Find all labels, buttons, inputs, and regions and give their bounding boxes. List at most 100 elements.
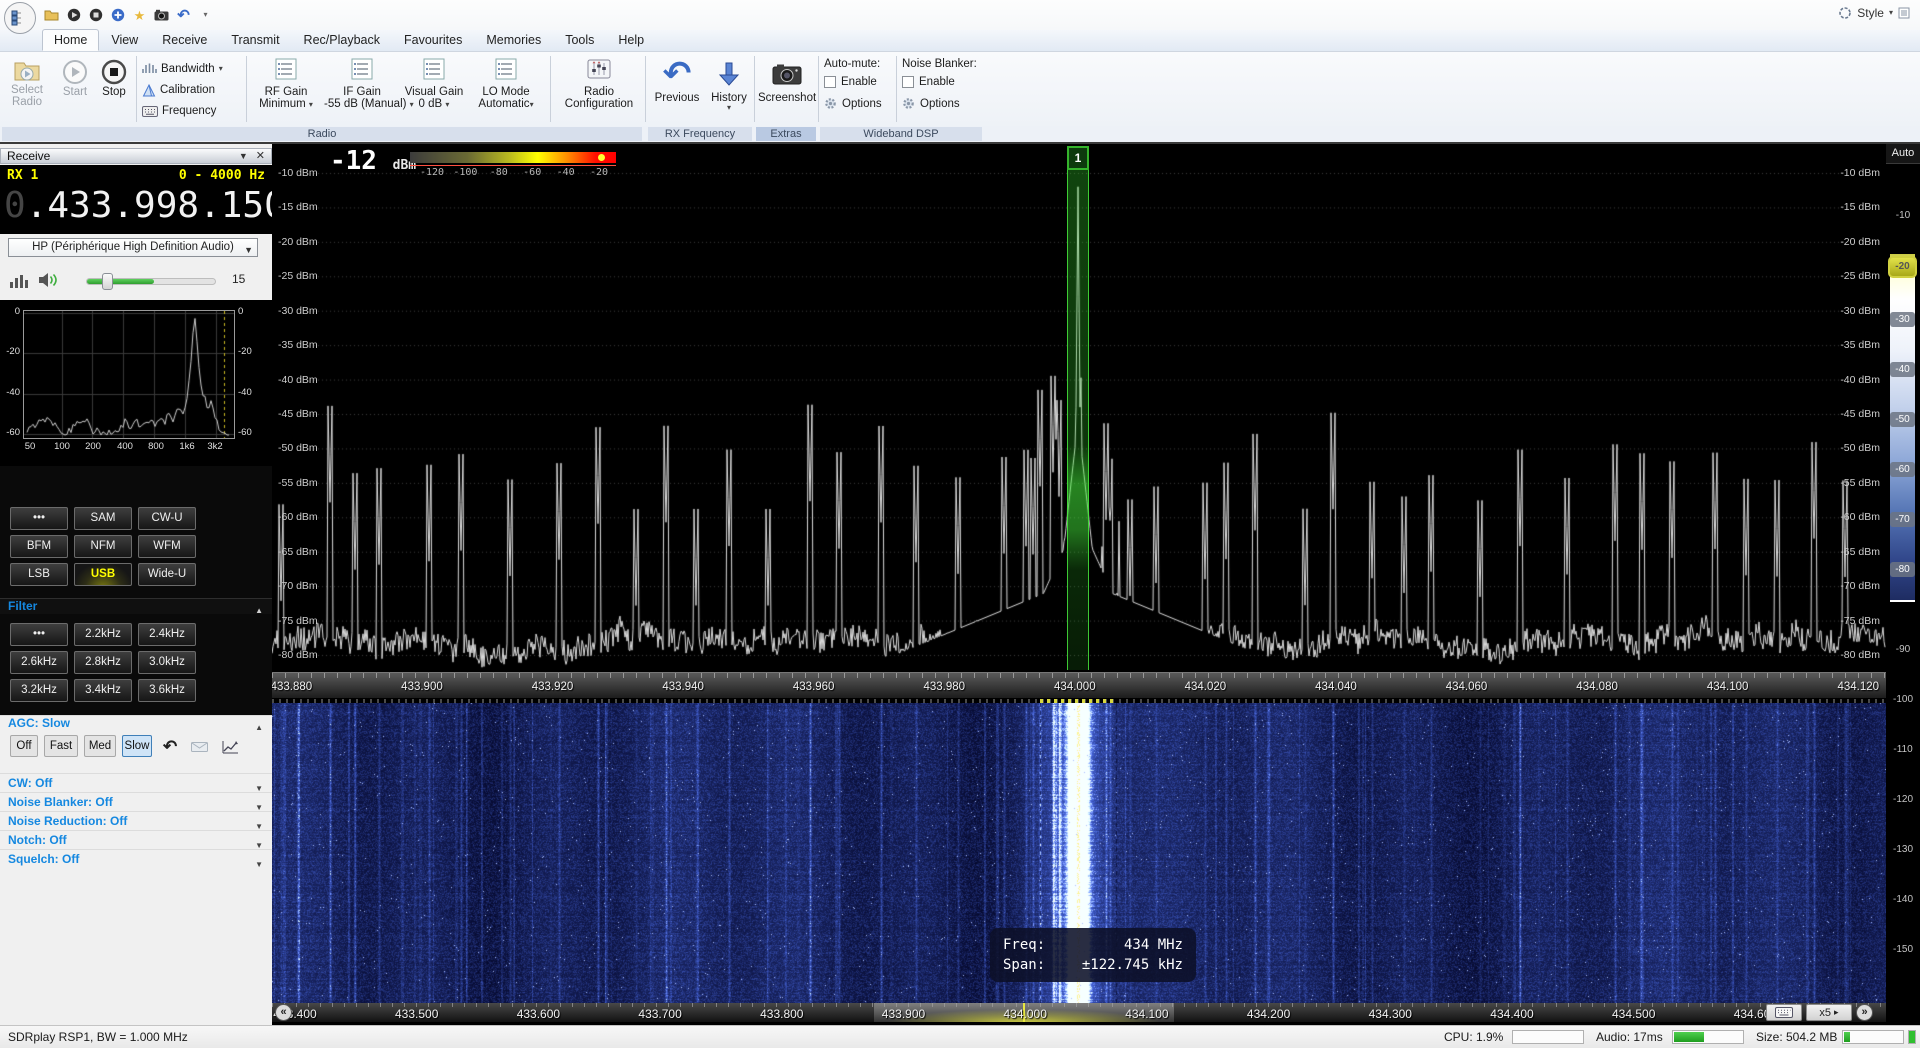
style-caret-icon[interactable]: ▾ [1889, 9, 1893, 17]
palette-marker-dot[interactable] [598, 154, 605, 161]
stop-icon[interactable] [88, 8, 103, 23]
checkbox-icon[interactable] [902, 76, 914, 88]
rx-marker-tab[interactable]: 1 [1067, 146, 1089, 170]
tab-favourites[interactable]: Favourites [392, 29, 474, 51]
volume-slider-thumb[interactable] [102, 273, 113, 290]
mode-button-WideU[interactable]: Wide-U [138, 563, 196, 586]
rf-gain-button[interactable]: RF Gain Minimum ▾ [250, 58, 322, 110]
tab-receive[interactable]: Receive [150, 29, 219, 51]
audio-spectrum-plot[interactable] [23, 310, 235, 439]
checkbox-icon[interactable] [824, 76, 836, 88]
filter-button-3.4kHz[interactable]: 3.4kHz [74, 679, 132, 702]
mode-button-BFM[interactable]: BFM [10, 535, 68, 558]
filter-button-2.2kHz[interactable]: 2.2kHz [74, 623, 132, 646]
filter-button-3.6kHz[interactable]: 3.6kHz [138, 679, 196, 702]
rx-tuning-band[interactable] [1067, 170, 1089, 670]
waterfall-palette-scale[interactable]: Auto -20 -10-30-40-50-60-70-80-90-100-11… [1886, 144, 1920, 1025]
dsp-section-squelch[interactable]: Squelch: Off▼ [0, 849, 272, 868]
history-button[interactable]: History ▾ [706, 56, 752, 112]
mode-button-SAM[interactable]: SAM [74, 507, 132, 530]
agc-button-off[interactable]: Off [10, 735, 38, 757]
audio-device-select[interactable]: HP (Périphérique High Definition Audio) … [8, 238, 258, 257]
start-button[interactable]: Start [56, 58, 94, 98]
navbar-zoom-button[interactable]: x5 ▸ [1806, 1004, 1852, 1021]
receive-panel-header[interactable]: Receive ▼ ✕ [0, 148, 272, 164]
menu-icon[interactable] [1898, 7, 1910, 19]
mode-button-NFM[interactable]: NFM [74, 535, 132, 558]
spectrum-frequency-axis[interactable]: 433.880433.900433.920433.940433.960433.9… [272, 672, 1886, 698]
application-menu-button[interactable] [4, 2, 36, 34]
favourite-star-icon[interactable]: ★ [132, 8, 147, 23]
auto-mute-enable-checkbox[interactable]: Enable [824, 76, 894, 88]
dsp-section-noise-blanker[interactable]: Noise Blanker: Off▼ [0, 792, 272, 811]
agc-button-med[interactable]: Med [84, 735, 116, 757]
mode-button-CWU[interactable]: CW-U [138, 507, 196, 530]
mode-button-WFM[interactable]: WFM [138, 535, 196, 558]
filter-button-2.6kHz[interactable]: 2.6kHz [10, 651, 68, 674]
filter-section-header[interactable]: Filter ▲ [0, 598, 272, 614]
agc-section-header[interactable]: AGC: Slow ▲ [0, 715, 272, 731]
mode-button-[interactable]: ••• [10, 507, 68, 530]
frequency-display[interactable]: RX 1 0 - 4000 Hz 0.433.998.150 [0, 165, 272, 234]
mode-button-USB[interactable]: USB [74, 563, 132, 586]
agc-button-slow[interactable]: Slow [122, 735, 152, 757]
add-icon[interactable] [110, 8, 125, 23]
palette-top-marker[interactable]: -20 [1888, 256, 1917, 278]
tab-memories[interactable]: Memories [474, 29, 553, 51]
screenshot-button[interactable]: Screenshot [758, 56, 816, 104]
dsp-section-noise-reduction[interactable]: Noise Reduction: Off▼ [0, 811, 272, 830]
palette-scale[interactable]: -120-100-80-60-40-20 [410, 150, 616, 178]
tab-home[interactable]: Home [42, 29, 99, 51]
camera-icon[interactable] [154, 8, 169, 23]
agc-button-fast[interactable]: Fast [44, 735, 78, 757]
tab-tools[interactable]: Tools [553, 29, 606, 51]
speaker-icon[interactable] [38, 271, 60, 289]
noise-blanker-enable-checkbox[interactable]: Enable [902, 76, 982, 88]
stop-button[interactable]: Stop [96, 58, 132, 98]
tab-help[interactable]: Help [606, 29, 656, 51]
tab-view[interactable]: View [99, 29, 150, 51]
qat-dropdown-caret-icon[interactable]: ▾ [198, 8, 213, 23]
calibration-button[interactable]: Calibration [142, 81, 215, 99]
visual-gain-button[interactable]: Visual Gain 0 dB ▾ [402, 58, 466, 110]
frequency-button[interactable]: Frequency [142, 102, 216, 120]
play-icon[interactable] [66, 8, 81, 23]
dsp-section-caret-icon[interactable]: ▼ [255, 856, 263, 874]
if-gain-button[interactable]: IF Gain -55 dB (Manual) ▾ [324, 58, 400, 110]
tab-rec-playback[interactable]: Rec/Playback [292, 29, 392, 51]
agc-preset-icon[interactable] [191, 741, 208, 753]
filter-button-3.0kHz[interactable]: 3.0kHz [138, 651, 196, 674]
open-folder-icon[interactable] [44, 8, 59, 23]
navbar-keyboard-button[interactable] [1766, 1004, 1802, 1021]
agc-undo-icon[interactable]: ↶ [163, 737, 177, 757]
previous-button[interactable]: ↶ Previous [650, 56, 704, 104]
dsp-section-cw[interactable]: CW: Off▼ [0, 773, 272, 792]
palette-auto-button[interactable]: Auto [1886, 144, 1920, 164]
radio-configuration-button[interactable]: Radio Configuration [556, 58, 642, 110]
lo-mode-button[interactable]: LO Mode Automatic▾ [470, 58, 542, 110]
agc-collapse-icon[interactable]: ▲ [255, 720, 263, 735]
filter-button-3.2kHz[interactable]: 3.2kHz [10, 679, 68, 702]
volume-slider[interactable] [86, 278, 216, 285]
tab-transmit[interactable]: Transmit [219, 29, 291, 51]
auto-mute-options-button[interactable]: Options [824, 97, 894, 110]
undo-icon[interactable]: ↶ [176, 8, 191, 23]
bandwidth-button[interactable]: Bandwidth ▾ [142, 60, 223, 78]
agc-graph-icon[interactable] [222, 740, 239, 754]
tuned-frequency-value[interactable]: 0.433.998.150 [4, 185, 268, 226]
style-label[interactable]: Style [1857, 6, 1884, 20]
navbar-scroll-right-button[interactable]: » [1856, 1004, 1873, 1021]
filter-button-[interactable]: ••• [10, 623, 68, 646]
filter-button-2.8kHz[interactable]: 2.8kHz [74, 651, 132, 674]
select-radio-button[interactable]: Select Radio [2, 58, 52, 108]
equalizer-icon[interactable] [9, 273, 29, 289]
filter-collapse-icon[interactable]: ▲ [255, 603, 263, 618]
band-navigation-bar[interactable]: 433.400433.500433.600433.700433.800433.9… [272, 1003, 1886, 1022]
mode-button-LSB[interactable]: LSB [10, 563, 68, 586]
navbar-scroll-left-button[interactable]: « [275, 1004, 292, 1021]
dsp-section-notch[interactable]: Notch: Off▼ [0, 830, 272, 849]
style-menu[interactable]: Style ▾ [1838, 6, 1910, 20]
noise-blanker-options-button[interactable]: Options [902, 97, 982, 110]
panel-close-icon[interactable]: ✕ [256, 149, 265, 164]
filter-button-2.4kHz[interactable]: 2.4kHz [138, 623, 196, 646]
